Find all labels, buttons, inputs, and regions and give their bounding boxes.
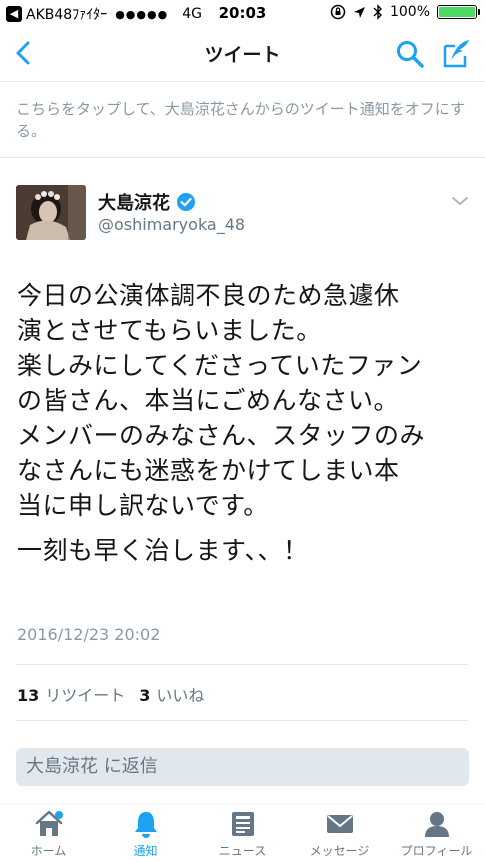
tweet-line: 楽しみにしてくださっていたファン xyxy=(17,351,423,380)
tab-label: プロフィール xyxy=(400,844,473,858)
divider xyxy=(0,157,485,158)
author-handle[interactable]: @oshimaryoka_48 xyxy=(98,215,245,234)
rotation-lock-icon xyxy=(330,4,346,20)
tweet-line: 今日の公演体調不良のため急遽休 xyxy=(17,281,400,310)
divider xyxy=(17,720,468,721)
status-bar: ◀ AKB48ﾌｧｲﾀｰ ●●●●● 4G 20:03 100% xyxy=(0,0,485,26)
news-icon xyxy=(228,809,258,839)
reply-input[interactable]: 大島涼花 に返信 xyxy=(16,748,469,786)
envelope-icon xyxy=(325,809,355,839)
battery-icon xyxy=(437,5,480,19)
battery-percent: 100% xyxy=(389,4,430,20)
location-icon xyxy=(353,6,365,18)
tweet-line: メンバーのみなさん、スタッフのみ xyxy=(17,421,426,450)
compose-tweet-icon[interactable] xyxy=(441,38,473,70)
nav-bar: ツイート xyxy=(0,26,485,82)
tweet-stats: 13 リツイート 3 いいね xyxy=(17,682,218,706)
bell-icon xyxy=(131,809,161,839)
unread-dot xyxy=(54,811,63,819)
tweet-timestamp: 2016/12/23 20:02 xyxy=(17,625,161,644)
verified-badge-icon xyxy=(177,193,195,211)
tab-label: ニュース xyxy=(218,844,267,858)
battery-level xyxy=(439,7,475,17)
tweet-line: 当に申し訳ないです。 xyxy=(17,491,269,520)
retweets-label: リツイート xyxy=(45,686,126,705)
author-name: 大島涼花 xyxy=(98,193,170,214)
likes-label: いいね xyxy=(156,686,205,705)
tab-label: 通知 xyxy=(133,844,158,858)
retweets-stat[interactable]: 13 リツイート xyxy=(17,682,139,706)
status-right: 100% xyxy=(330,4,480,20)
tweet-line: の皆さん、本当にごめんなさい。 xyxy=(17,386,400,415)
notification-toggle-banner[interactable]: こちらをタップして、大島涼花さんからのツイート通知をオフにする。 xyxy=(16,98,471,142)
tweet-line: なさんにも迷惑をかけてしまい本 xyxy=(17,456,400,485)
avatar[interactable] xyxy=(16,185,86,240)
tab-label: メッセージ xyxy=(309,844,370,858)
bluetooth-icon xyxy=(373,4,382,20)
tweet-line: 演とさせてもらいました。 xyxy=(17,316,322,345)
tweet-closing-line: 一刻も早く治します、、！ xyxy=(17,536,309,565)
likes-count: 3 xyxy=(139,686,151,705)
retweets-count: 13 xyxy=(17,686,40,705)
tab-news[interactable]: ニュース xyxy=(194,805,291,862)
likes-stat[interactable]: 3 いいね xyxy=(139,682,218,706)
tab-home[interactable]: ホーム xyxy=(0,805,97,862)
tab-profile[interactable]: プロフィール xyxy=(388,805,485,862)
tab-notifications[interactable]: 通知 xyxy=(97,805,194,862)
tab-messages[interactable]: メッセージ xyxy=(291,805,388,862)
search-icon[interactable] xyxy=(395,39,425,69)
author-name-row[interactable]: 大島涼花 xyxy=(98,189,196,215)
tweet-text: 今日の公演体調不良のため急遽休 演とさせてもらいました。 楽しみにしてくださって… xyxy=(17,278,472,568)
tab-bar: ホーム 通知 ニュース メッセージ プロフィール xyxy=(0,804,485,862)
home-icon xyxy=(34,809,64,839)
divider xyxy=(17,664,468,665)
chevron-down-icon[interactable] xyxy=(451,194,469,208)
person-icon xyxy=(422,809,452,839)
tab-label: ホーム xyxy=(30,844,67,858)
